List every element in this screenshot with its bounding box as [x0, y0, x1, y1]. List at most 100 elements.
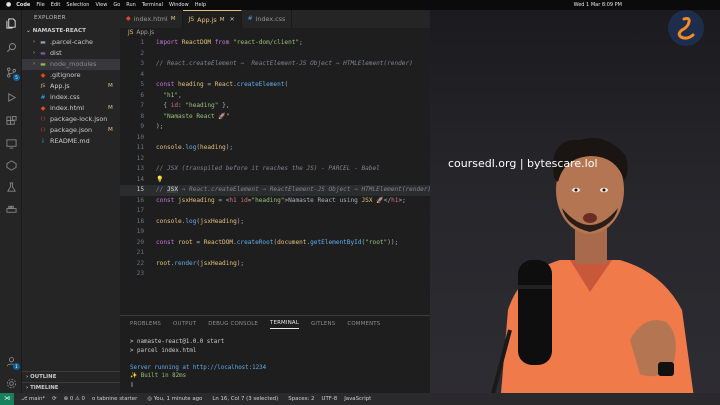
- panel-tab-problems[interactable]: PROBLEMS: [130, 321, 161, 327]
- panel-tab-gitlens[interactable]: GITLENS: [311, 321, 335, 327]
- menu-run[interactable]: Run: [126, 0, 136, 10]
- explorer-icon[interactable]: [4, 16, 18, 30]
- run-debug-icon[interactable]: [4, 90, 18, 104]
- file-name: index.css: [50, 93, 80, 101]
- cursor-position[interactable]: Ln 16, Col 7 (3 selected): [212, 396, 278, 402]
- extensions-icon[interactable]: [4, 114, 18, 128]
- tabnine-status[interactable]: o tabnine starter: [92, 396, 137, 402]
- line-number: 1: [140, 39, 144, 46]
- file-item[interactable]: i README.md: [22, 136, 120, 147]
- macos-menu-bar: ● Code File Edit Selection View Go Run T…: [0, 0, 720, 10]
- code-token: ));: [387, 238, 399, 246]
- file-name: .parcel-cache: [50, 38, 93, 46]
- menu-help[interactable]: Help: [195, 0, 206, 10]
- menu-edit[interactable]: Edit: [51, 0, 61, 10]
- tab-app-js[interactable]: JS App.js M ✕: [182, 10, 242, 29]
- file-item[interactable]: JS App.js M: [22, 81, 120, 92]
- code-token: "heading": [251, 196, 285, 204]
- menu-view[interactable]: View: [95, 0, 107, 10]
- workspace-root-label: NAMASTE-REACT: [32, 28, 86, 34]
- breadcrumb-file[interactable]: App.js: [136, 28, 154, 38]
- problems-count[interactable]: ⊗ 0 ⚠ 0: [64, 396, 85, 402]
- apple-icon[interactable]: ●: [6, 0, 11, 10]
- code-token: jsxHeading: [178, 196, 215, 204]
- file-item[interactable]: ◆ index.html M: [22, 103, 120, 114]
- timeline-section[interactable]: › TIMELINE: [22, 382, 120, 393]
- line-number: 8: [140, 112, 144, 120]
- code-token: log: [185, 144, 197, 151]
- file-name: package.json: [50, 126, 93, 134]
- account-icon[interactable]: 1: [4, 354, 20, 370]
- menu-go[interactable]: Go: [113, 0, 120, 10]
- scm-badge: 5: [13, 74, 20, 81]
- explorer-sidebar: EXPLORER ⌄ NAMASTE-REACT › ▬ .parcel-cache…: [22, 10, 120, 393]
- folder-item[interactable]: › ▬ .parcel-cache: [22, 37, 120, 48]
- menu-file[interactable]: File: [36, 0, 44, 10]
- line-number: 19: [136, 228, 144, 235]
- code-token: (: [284, 81, 289, 88]
- tab-index-html[interactable]: ◆ index.html M: [120, 10, 183, 28]
- menu-selection[interactable]: Selection: [66, 0, 89, 10]
- git-blame-label: You, 1 minute ago: [153, 396, 203, 402]
- outline-section[interactable]: › OUTLINE: [22, 371, 120, 382]
- code-token: "h1": [156, 91, 179, 99]
- code-token: // JSX (transpiled before it reaches the…: [156, 165, 380, 172]
- panel-tab-comments[interactable]: COMMENTS: [347, 321, 380, 327]
- code-token: jsxHeading: [200, 259, 237, 267]
- panel-tab-output[interactable]: OUTPUT: [173, 321, 196, 327]
- gitlens-icon[interactable]: [4, 158, 18, 172]
- code-token: "root": [365, 238, 388, 246]
- line-number: 3: [140, 60, 144, 67]
- code-token: =: [203, 81, 215, 88]
- language-mode[interactable]: JavaScript: [344, 396, 371, 402]
- line-number: 6: [140, 91, 144, 99]
- modified-flag: M: [108, 105, 113, 111]
- modified-flag: M: [108, 127, 113, 133]
- indentation[interactable]: Spaces: 2: [288, 396, 314, 402]
- file-name: README.md: [50, 137, 90, 145]
- code-token: ,: [178, 91, 182, 99]
- remote-explorer-icon[interactable]: [4, 136, 18, 150]
- code-token: "react-dom/client": [233, 39, 300, 46]
- code-token: >;: [398, 196, 406, 204]
- line-number: 10: [136, 133, 144, 141]
- testing-icon[interactable]: [4, 180, 18, 194]
- remote-indicator-icon[interactable]: ⋊: [0, 393, 14, 405]
- close-tab-icon[interactable]: ✕: [230, 11, 235, 29]
- menu-clock[interactable]: Wed 1 Mar 8:09 PM: [574, 0, 622, 10]
- search-icon[interactable]: [4, 40, 18, 54]
- panel-tab-terminal[interactable]: TERMINAL: [270, 320, 300, 329]
- line-number: 4: [140, 70, 144, 78]
- panel-tab-debug-console[interactable]: DEBUG CONSOLE: [208, 321, 258, 327]
- git-blame-status[interactable]: ◎ You, 1 minute ago: [147, 396, 202, 402]
- encoding[interactable]: UTF-8: [322, 396, 338, 402]
- manage-gear-icon[interactable]: [4, 376, 18, 390]
- webcam-video: coursedl.org | bytescare.lol: [430, 10, 720, 405]
- source-control-icon[interactable]: 5: [4, 65, 20, 81]
- line-number: 9: [140, 123, 144, 130]
- file-item[interactable]: ◆ .gitignore: [22, 70, 120, 81]
- file-item[interactable]: {} package.json M: [22, 125, 120, 136]
- file-item[interactable]: # index.css: [22, 92, 120, 103]
- folder-icon: ▬: [40, 50, 46, 57]
- tab-index-css[interactable]: # index.css: [242, 10, 293, 28]
- folder-item[interactable]: › ▬ node_modules: [22, 59, 120, 70]
- file-item[interactable]: {} package-lock.json: [22, 114, 120, 125]
- code-token: );: [236, 217, 245, 225]
- sync-icon[interactable]: ⟳: [52, 396, 57, 402]
- tab-label: index.css: [255, 15, 286, 23]
- folder-item[interactable]: › ▬ dist: [22, 48, 120, 59]
- outline-label: OUTLINE: [30, 374, 57, 380]
- git-branch[interactable]: ⎇ main*: [21, 396, 45, 402]
- menu-app[interactable]: Code: [16, 0, 30, 10]
- json-file-icon: {}: [40, 128, 46, 133]
- line-number: 21: [136, 249, 144, 256]
- docker-icon[interactable]: [4, 202, 18, 216]
- menu-terminal[interactable]: Terminal: [142, 0, 163, 10]
- code-token: >Namaste React using: [284, 196, 362, 204]
- css-file-icon: #: [40, 94, 46, 101]
- workspace-root[interactable]: ⌄ NAMASTE-REACT: [22, 26, 120, 37]
- code-token: createRoot: [236, 238, 274, 246]
- code-token: ReactDOM: [181, 39, 212, 46]
- menu-window[interactable]: Window: [169, 0, 189, 10]
